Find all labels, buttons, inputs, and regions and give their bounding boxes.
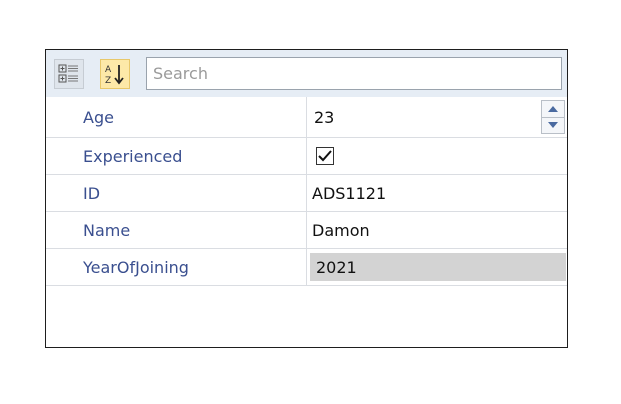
- name-value[interactable]: Damon: [308, 221, 370, 240]
- property-grid: A Z Age 23: [45, 49, 568, 348]
- property-row-experienced: Experienced: [46, 138, 567, 175]
- svg-text:Z: Z: [105, 76, 111, 86]
- categorized-view-icon: [58, 64, 78, 83]
- property-row-name: Name Damon: [46, 212, 567, 249]
- property-grid-toolbar: A Z: [46, 50, 567, 97]
- yearofjoining-value: 2021: [316, 257, 357, 277]
- property-name-label: Name: [83, 220, 131, 240]
- property-row-yearofjoining: YearOfJoining 2021: [46, 249, 567, 286]
- sort-alphabetical-icon: A Z: [105, 65, 124, 86]
- readonly-field: 2021: [310, 253, 566, 281]
- property-row-age: Age 23: [46, 97, 567, 138]
- property-name: Experienced: [46, 138, 307, 174]
- sort-alphabetical-button[interactable]: A Z: [100, 59, 130, 89]
- property-value-name[interactable]: Damon: [308, 212, 567, 248]
- property-name-label: YearOfJoining: [83, 257, 189, 277]
- checkmark-icon: [318, 150, 332, 162]
- categorized-view-button[interactable]: [54, 59, 84, 89]
- property-list: Age 23 Experienced ID ADS1121 Name Damon…: [46, 97, 567, 286]
- age-spinner: [541, 100, 565, 134]
- svg-text:A: A: [105, 65, 112, 75]
- property-name-label: Experienced: [83, 146, 183, 166]
- arrow-up-icon: [548, 105, 558, 112]
- search-input[interactable]: [146, 57, 562, 90]
- experienced-checkbox[interactable]: [316, 147, 334, 165]
- property-value-age[interactable]: 23: [308, 97, 567, 137]
- property-value-id[interactable]: ADS1121: [308, 175, 567, 211]
- id-value[interactable]: ADS1121: [308, 184, 386, 203]
- property-name: ID: [46, 175, 307, 211]
- property-name: YearOfJoining: [46, 249, 307, 285]
- property-name: Name: [46, 212, 307, 248]
- property-name: Age: [46, 97, 307, 137]
- property-value-yearofjoining: 2021: [308, 249, 567, 285]
- increment-button[interactable]: [541, 100, 565, 118]
- property-name-label: ID: [83, 183, 101, 203]
- arrow-down-icon: [548, 122, 558, 129]
- decrement-button[interactable]: [541, 117, 565, 134]
- property-name-label: Age: [83, 107, 114, 127]
- property-row-id: ID ADS1121: [46, 175, 567, 212]
- property-value-experienced: [308, 138, 567, 174]
- age-value[interactable]: 23: [308, 108, 334, 127]
